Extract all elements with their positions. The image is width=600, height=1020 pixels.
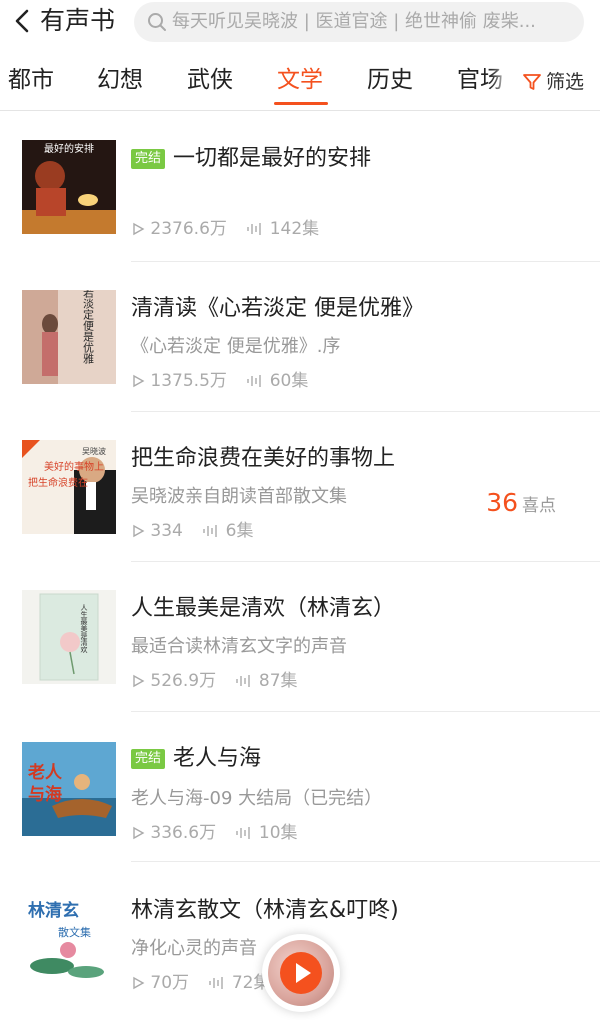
tab-dushi[interactable]: 都市 <box>8 56 54 110</box>
play-icon <box>296 963 311 983</box>
book-item[interactable]: 人生最美是清欢 人生最美是清欢（林清玄） 最适合读林清玄文字的声音 526.9万… <box>0 562 600 712</box>
play-button[interactable] <box>280 952 322 994</box>
book-item[interactable]: 老人 与海 完结 老人与海 老人与海-09 大结局（已完结） 336.6万 10集 <box>0 712 600 862</box>
cover-title-text: 人生最美是清欢 <box>80 604 88 654</box>
book-stats: 336.6万 10集 <box>131 818 298 843</box>
book-stats: 334 6集 <box>131 516 254 541</box>
page-title: 有声书 <box>40 6 116 35</box>
completed-badge: 完结 <box>131 749 166 769</box>
book-subtitle: 老人与海-09 大结局（已完结） <box>131 788 383 809</box>
book-cover: 林清玄 散文集 <box>22 892 116 986</box>
book-title: 把生命浪费在美好的事物上 <box>131 446 396 471</box>
cover-title-text: 林清玄 <box>28 900 79 921</box>
likes-unit: 喜点 <box>522 496 556 516</box>
book-stats: 1375.5万 60集 <box>131 366 309 391</box>
filter-label: 筛选 <box>546 71 585 93</box>
cover-title-text: 与海 <box>28 784 62 805</box>
episodes-icon <box>236 675 251 687</box>
book-title: 人生最美是清欢（林清玄） <box>131 596 396 621</box>
book-subtitle: 最适合读林清玄文字的声音 <box>131 636 347 657</box>
book-item[interactable]: 美好的事物上 把生命浪费在 吴晓波 把生命浪费在美好的事物上 吴晓波亲自朗读首部… <box>0 412 600 562</box>
filter-icon <box>523 74 541 90</box>
play-count-icon <box>133 222 145 236</box>
likes-number: 36 <box>486 488 518 517</box>
play-count-icon <box>133 674 145 688</box>
cover-title-text: 美好的事物上 <box>44 460 104 473</box>
book-cover: 美好的事物上 把生命浪费在 吴晓波 <box>22 440 116 534</box>
cover-title-text: 老人 <box>27 762 63 783</box>
book-stats: 70万 72集 <box>131 968 271 993</box>
book-subtitle: 《心若淡定 便是优雅》.序 <box>131 336 341 357</box>
book-cover: 最好的安排 <box>22 140 116 234</box>
episodes-icon <box>236 827 251 839</box>
book-subtitle: 净化心灵的声音 <box>131 938 257 959</box>
book-cover: 老人 与海 <box>22 742 116 836</box>
filter-button[interactable]: 筛选 <box>510 56 600 110</box>
episode-count: 60集 <box>269 371 309 391</box>
category-tabs: 都市 幻想 武侠 文学 历史 官场 筛选 <box>0 56 600 110</box>
book-subtitle: 吴晓波亲自朗读首部散文集 <box>131 486 347 507</box>
cover-title-text: 心若淡定便是优雅 <box>82 290 95 364</box>
cover-title-text: 把生命浪费在 <box>28 476 88 489</box>
episodes-icon <box>247 375 261 387</box>
back-arrow-icon[interactable] <box>8 6 38 36</box>
search-bar[interactable]: 每天听见吴晓波 | 医道官途 | 绝世神偷 废柴... <box>134 2 584 42</box>
tab-huanxiang[interactable]: 幻想 <box>97 56 143 110</box>
book-title: 清清读《心若淡定 便是优雅》 <box>131 296 424 321</box>
play-count-icon <box>133 826 145 840</box>
book-item[interactable]: 最好的安排 完结 一切都是最好的安排 2376.6万 142集 <box>0 112 600 262</box>
book-cover: 心若淡定便是优雅 <box>22 290 116 384</box>
tab-guanchang[interactable]: 官场 <box>457 56 503 110</box>
book-title: 林清玄散文（林清玄&叮咚) <box>131 898 399 923</box>
cover-title-text: 散文集 <box>58 925 91 939</box>
book-title: 完结 一切都是最好的安排 <box>131 140 371 172</box>
book-cover: 人生最美是清欢 <box>22 590 116 684</box>
completed-badge: 完结 <box>131 149 166 169</box>
episodes-icon <box>203 525 217 537</box>
search-icon <box>148 13 166 31</box>
book-stats: 526.9万 87集 <box>131 666 298 691</box>
play-count: 2376.6万 <box>150 219 227 239</box>
book-stats: 2376.6万 142集 <box>131 214 320 239</box>
book-title: 完结 老人与海 <box>131 740 261 772</box>
play-count: 334 <box>150 521 183 541</box>
play-count: 1375.5万 <box>150 371 227 391</box>
book-item[interactable]: 心若淡定便是优雅 清清读《心若淡定 便是优雅》 《心若淡定 便是优雅》.序 13… <box>0 262 600 412</box>
mini-player-button[interactable] <box>262 934 340 1012</box>
play-count-icon <box>133 374 145 388</box>
play-count-icon <box>133 524 145 538</box>
top-bar: 有声书 每天听见吴晓波 | 医道官途 | 绝世神偷 废柴... <box>0 0 600 46</box>
search-placeholder: 每天听见吴晓波 | 医道官途 | 绝世神偷 废柴... <box>172 11 536 32</box>
episode-count: 142集 <box>269 219 320 239</box>
episode-count: 87集 <box>258 671 298 691</box>
episodes-icon <box>247 223 261 235</box>
play-count: 70万 <box>150 973 190 993</box>
play-count: 336.6万 <box>150 823 217 843</box>
episode-count: 6集 <box>225 521 254 541</box>
play-count-icon <box>133 976 145 990</box>
episode-count: 10集 <box>258 823 298 843</box>
cover-title-text: 最好的安排 <box>44 142 94 155</box>
tab-lishi[interactable]: 历史 <box>367 56 413 110</box>
tabs-divider <box>0 110 600 111</box>
play-count: 526.9万 <box>150 671 217 691</box>
tab-wuxia[interactable]: 武侠 <box>187 56 233 110</box>
active-tab-indicator <box>274 102 328 105</box>
likes-count: 36 喜点 <box>486 488 556 517</box>
cover-author-text: 吴晓波 <box>82 446 106 456</box>
episodes-icon <box>209 977 224 989</box>
